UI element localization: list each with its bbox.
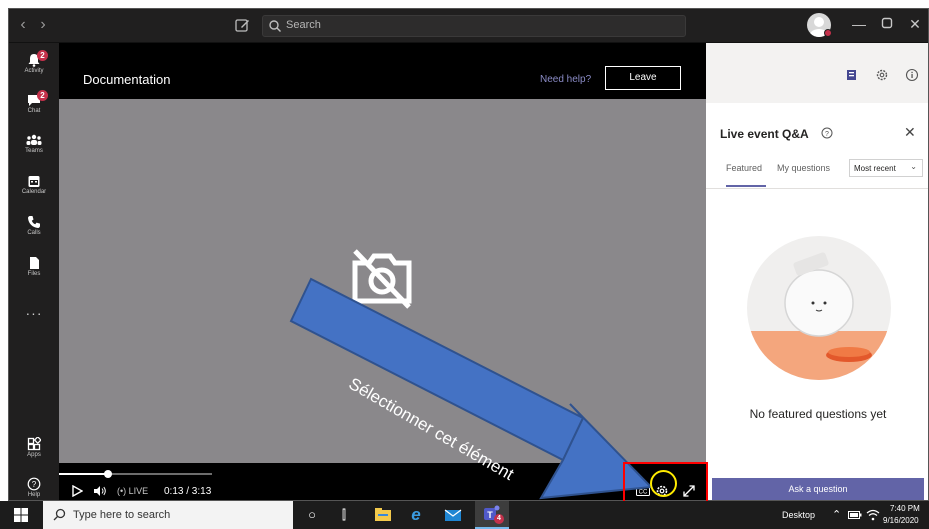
highlight-circle <box>650 470 677 497</box>
svg-text:T: T <box>487 510 493 520</box>
search-icon <box>53 508 66 521</box>
cortana-icon[interactable]: ○ <box>301 505 323 525</box>
file-explorer-icon[interactable] <box>372 505 394 525</box>
teams-app-icon: T <box>484 505 500 520</box>
screenshot: ‹ › Search — ✕ 2 Activity 2 Chat Teams C… <box>0 0 929 529</box>
clock-date[interactable]: 9/16/2020 <box>883 516 919 525</box>
teams-taskbar-badge: 4 <box>494 514 504 524</box>
chevron-up-icon[interactable]: ⌃ <box>832 508 841 521</box>
taskbar-search-placeholder: Type here to search <box>73 509 171 521</box>
task-view-icon[interactable]: ⫿ <box>333 505 355 525</box>
windows-start-icon[interactable] <box>14 508 28 522</box>
teams-taskbar-button[interactable]: T 4 <box>475 501 509 529</box>
mail-icon[interactable] <box>442 505 464 525</box>
windows-taskbar: Type here to search ○ ⫿ e T 4 Desktop ⌃ … <box>0 501 929 529</box>
taskbar-search-input[interactable]: Type here to search <box>43 501 293 529</box>
edge-icon[interactable]: e <box>405 505 427 525</box>
desktop-toolbar-label[interactable]: Desktop <box>782 510 815 520</box>
wifi-icon[interactable] <box>866 509 880 521</box>
clock-time[interactable]: 7:40 PM <box>890 504 920 513</box>
battery-icon[interactable] <box>848 511 862 519</box>
